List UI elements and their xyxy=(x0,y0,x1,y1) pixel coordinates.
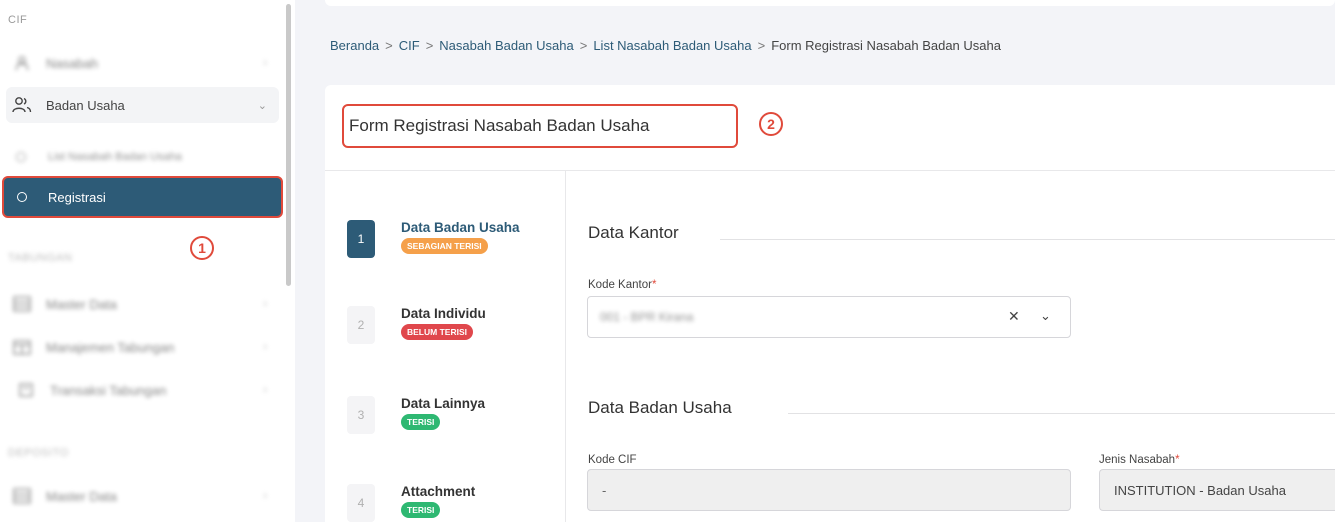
circle-icon xyxy=(16,152,26,162)
sidebar-subitem-list-nasabah[interactable]: List Nasabah Badan Usaha xyxy=(6,142,279,172)
sidebar-section-cif: CIF xyxy=(8,14,28,26)
step-title: Data Badan Usaha xyxy=(401,220,520,235)
step-title: Attachment xyxy=(401,484,476,499)
transfer-icon xyxy=(16,380,36,400)
sidebar-item-manajemen-tabungan[interactable]: Manajemen Tabungan › xyxy=(6,329,279,365)
circle-icon xyxy=(12,187,32,207)
person-icon xyxy=(12,53,32,73)
step-number: 4 xyxy=(347,484,375,522)
breadcrumb-cif[interactable]: CIF xyxy=(399,38,420,53)
sidebar-item-manajemen-label: Manajemen Tabungan xyxy=(46,339,175,355)
chevron-down-icon: ⌄ xyxy=(257,99,267,112)
kode-cif-input[interactable]: - xyxy=(587,469,1071,511)
calendar-icon xyxy=(12,337,32,357)
table-icon xyxy=(12,294,32,314)
sidebar: CIF Nasabah › Badan Usaha ⌄ List Nasabah… xyxy=(0,0,295,522)
kode-cif-label: Kode CIF xyxy=(588,454,637,466)
top-bar xyxy=(325,0,1335,6)
sidebar-scrollbar[interactable] xyxy=(286,4,291,286)
kode-cif-value: - xyxy=(602,483,607,498)
step-title: Data Lainnya xyxy=(401,396,486,411)
step-attachment[interactable]: 4 Attachment TERISI xyxy=(347,484,475,522)
sidebar-item-master-data-deposito[interactable]: Master Data › xyxy=(6,478,279,514)
jenis-nasabah-input[interactable]: INSTITUTION - Badan Usaha xyxy=(1099,469,1335,511)
step-number: 1 xyxy=(347,220,375,258)
breadcrumb-separator: > xyxy=(757,38,766,53)
step-data-individu[interactable]: 2 Data Individu BELUM TERISI xyxy=(347,306,486,344)
sidebar-item-badan-usaha[interactable]: Badan Usaha ⌄ xyxy=(6,87,279,123)
step-number: 2 xyxy=(347,306,375,344)
chevron-right-icon: › xyxy=(263,341,267,353)
status-badge: TERISI xyxy=(401,502,441,518)
breadcrumb-list-nasabah[interactable]: List Nasabah Badan Usaha xyxy=(593,38,751,53)
chevron-right-icon: › xyxy=(263,490,267,502)
users-icon xyxy=(12,95,32,115)
kode-kantor-label: Kode Kantor* xyxy=(588,279,657,291)
divider xyxy=(565,170,566,522)
form-title-box: Form Registrasi Nasabah Badan Usaha xyxy=(342,104,738,148)
sidebar-item-master-data-2-label: Master Data xyxy=(46,488,117,504)
status-badge: BELUM TERISI xyxy=(401,324,473,340)
step-data-lainnya[interactable]: 3 Data Lainnya TERISI xyxy=(347,396,485,434)
jenis-nasabah-label: Jenis Nasabah* xyxy=(1099,454,1180,466)
breadcrumb-separator: > xyxy=(425,38,434,53)
kode-kantor-select[interactable]: 001 - BPR Kirana ✕ ⌄ xyxy=(587,296,1071,338)
section-divider xyxy=(788,413,1335,414)
sidebar-item-registrasi[interactable]: Registrasi xyxy=(2,176,283,218)
step-title: Data Individu xyxy=(401,306,486,321)
status-badge: SEBAGIAN TERISI xyxy=(401,238,488,254)
step-number: 3 xyxy=(347,396,375,434)
sidebar-item-transaksi-tabungan[interactable]: Transaksi Tabungan › xyxy=(6,372,279,408)
chevron-right-icon: › xyxy=(263,298,267,310)
clear-icon[interactable]: ✕ xyxy=(1008,308,1020,325)
sidebar-section-tabungan: TABUNGAN xyxy=(8,252,73,264)
sidebar-item-master-data-label: Master Data xyxy=(46,296,117,312)
section-title-data-kantor: Data Kantor xyxy=(588,223,679,242)
sidebar-item-transaksi-label: Transaksi Tabungan xyxy=(50,382,167,398)
divider xyxy=(325,170,1335,171)
kode-kantor-value: 001 - BPR Kirana xyxy=(600,310,694,324)
chevron-right-icon: › xyxy=(263,57,267,69)
annotation-marker-1: 1 xyxy=(190,236,214,260)
breadcrumb-separator: > xyxy=(579,38,588,53)
section-title-data-badan-usaha: Data Badan Usaha xyxy=(588,398,732,417)
breadcrumb-current: Form Registrasi Nasabah Badan Usaha xyxy=(771,38,1001,53)
sidebar-item-registrasi-label: Registrasi xyxy=(48,189,106,205)
breadcrumb-beranda[interactable]: Beranda xyxy=(330,38,379,53)
sidebar-section-deposito: DEPOSITO xyxy=(8,447,69,459)
chevron-right-icon: › xyxy=(263,384,267,396)
annotation-marker-2: 2 xyxy=(759,112,783,136)
section-divider xyxy=(720,239,1335,240)
page-title: Form Registrasi Nasabah Badan Usaha xyxy=(349,116,650,135)
sidebar-item-nasabah-label: Nasabah xyxy=(46,55,99,71)
status-badge: TERISI xyxy=(401,414,441,430)
sidebar-subitem-list-label: List Nasabah Badan Usaha xyxy=(48,151,182,163)
jenis-nasabah-value: INSTITUTION - Badan Usaha xyxy=(1114,483,1286,498)
sidebar-item-nasabah[interactable]: Nasabah › xyxy=(6,45,279,81)
breadcrumb: Beranda > CIF > Nasabah Badan Usaha > Li… xyxy=(330,38,1001,53)
chevron-down-icon[interactable]: ⌄ xyxy=(1040,308,1051,324)
breadcrumb-separator: > xyxy=(385,38,393,53)
sidebar-item-badan-usaha-label: Badan Usaha xyxy=(46,97,125,113)
step-data-badan-usaha[interactable]: 1 Data Badan Usaha SEBAGIAN TERISI xyxy=(347,220,520,258)
table-icon xyxy=(12,486,32,506)
sidebar-item-master-data[interactable]: Master Data › xyxy=(6,286,279,322)
breadcrumb-nasabah-badan-usaha[interactable]: Nasabah Badan Usaha xyxy=(439,38,573,53)
